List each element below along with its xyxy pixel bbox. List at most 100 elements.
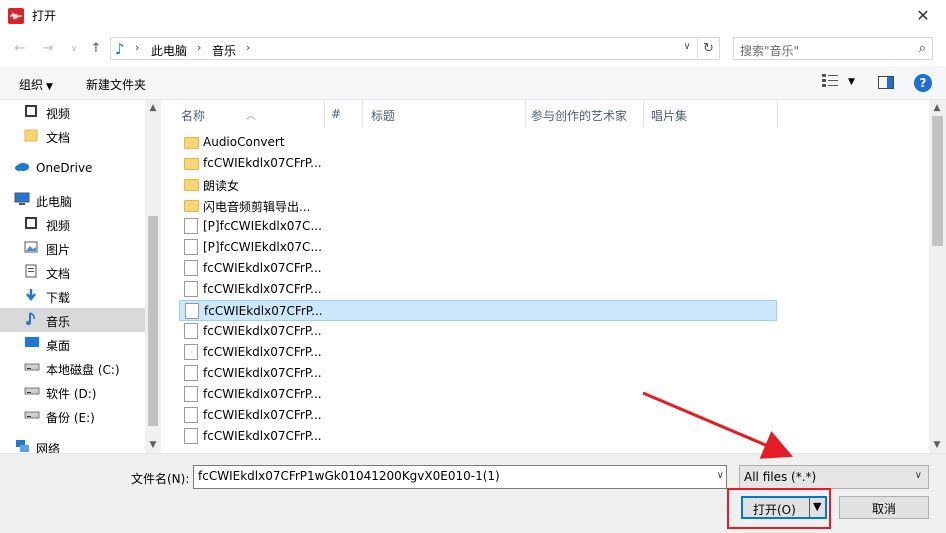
close-button[interactable]: ✕ bbox=[908, 4, 938, 28]
search-icon: ⌕ bbox=[918, 41, 926, 56]
column-header-album[interactable]: 唱片集 bbox=[643, 100, 777, 128]
column-header-name[interactable]: 名称 ︿ bbox=[161, 100, 324, 128]
nav-item-label: 本地磁盘 (C:) bbox=[46, 363, 120, 377]
scroll-up-icon[interactable]: ▲ bbox=[929, 100, 945, 116]
folder-icon bbox=[184, 158, 199, 170]
file-type-filter[interactable]: All files (*.*) ∨ bbox=[739, 465, 929, 489]
file-list-item[interactable]: fcCWIEkdlx07CFrP... bbox=[179, 363, 777, 384]
column-header-label: 标题 bbox=[371, 109, 396, 123]
file-list-item[interactable]: fcCWIEkdlx07CFrP... bbox=[179, 300, 777, 321]
nav-item-label: 桌面 bbox=[46, 339, 71, 353]
up-button[interactable]: ↑ bbox=[86, 40, 106, 58]
preview-pane-icon[interactable] bbox=[878, 76, 894, 92]
file-list-item[interactable]: [P]fcCWIEkdlx07C... bbox=[179, 216, 777, 237]
column-header-artist[interactable]: 参与创作的艺术家 bbox=[525, 100, 643, 128]
nav-item[interactable]: 下载 bbox=[0, 284, 145, 308]
view-options-icon[interactable] bbox=[822, 73, 838, 90]
file-icon bbox=[184, 323, 198, 339]
breadcrumb-music[interactable]: 音乐 bbox=[212, 42, 236, 59]
view-dropdown-icon[interactable]: ▼ bbox=[848, 77, 855, 87]
filename-input[interactable] bbox=[198, 469, 698, 483]
file-list-item[interactable]: fcCWIEkdlx07CFrP... bbox=[179, 405, 777, 426]
file-list-item[interactable]: fcCWIEkdlx07CFrP... bbox=[179, 153, 777, 174]
file-list-item[interactable]: 朗读女 bbox=[179, 174, 777, 195]
file-list-scrollbar[interactable]: ▲ ▼ bbox=[929, 100, 946, 453]
search-placeholder: 搜索"音乐" bbox=[740, 44, 800, 58]
video-icon bbox=[24, 104, 40, 120]
file-name: fcCWIEkdlx07CFrP... bbox=[203, 366, 322, 380]
document-icon bbox=[24, 264, 40, 280]
nav-item[interactable]: 视频 bbox=[0, 100, 145, 124]
scrollbar-thumb[interactable] bbox=[148, 216, 158, 426]
nav-item[interactable]: 此电脑 bbox=[0, 188, 145, 212]
nav-item[interactable]: 桌面 bbox=[0, 332, 145, 356]
file-list-item[interactable]: fcCWIEkdlx07CFrP... bbox=[179, 321, 777, 342]
column-divider[interactable] bbox=[777, 100, 778, 128]
file-name: fcCWIEkdlx07CFrP... bbox=[203, 261, 322, 275]
nav-item[interactable]: 视频 bbox=[0, 212, 145, 236]
window-title: 打开 bbox=[32, 9, 57, 23]
chevron-down-icon[interactable]: ∨ bbox=[679, 41, 695, 52]
nav-item[interactable]: 文档 bbox=[0, 260, 145, 284]
refresh-button[interactable]: ↻ bbox=[697, 38, 719, 59]
filename-field[interactable]: ∨ bbox=[193, 465, 727, 489]
chevron-down-icon: ∨ bbox=[914, 470, 922, 481]
nav-item[interactable]: 音乐 bbox=[0, 308, 145, 332]
nav-item[interactable]: 文档 bbox=[0, 124, 145, 148]
column-header-number[interactable]: # bbox=[324, 100, 362, 128]
nav-item[interactable]: 图片 bbox=[0, 236, 145, 260]
file-name: [P]fcCWIEkdlx07C... bbox=[203, 219, 322, 233]
nav-item-label: 此电脑 bbox=[36, 195, 73, 209]
cancel-button[interactable]: 取消 bbox=[839, 496, 929, 519]
organize-label: 组织 bbox=[19, 78, 44, 92]
breadcrumb-separator-icon[interactable]: › bbox=[197, 41, 201, 54]
nav-item[interactable]: 软件 (D:) bbox=[0, 380, 145, 404]
back-button[interactable]: ← bbox=[10, 40, 30, 58]
navigation-pane: 视频 文档 OneDrive 此电脑 视频 图片 文档 下载 音乐 桌面 本地磁盘 (C:) 软件 (… bbox=[0, 100, 145, 453]
nav-item[interactable]: 本地磁盘 (C:) bbox=[0, 356, 145, 380]
navigation-bar: ← → ∨ ↑ ♪ › 此电脑 › 音乐 › ∨ ↻ 搜索"音乐" ⌕ bbox=[0, 32, 946, 66]
file-list-item[interactable]: [P]fcCWIEkdlx07C... bbox=[179, 237, 777, 258]
file-list-item[interactable]: fcCWIEkdlx07CFrP... bbox=[179, 342, 777, 363]
column-header-label: 参与创作的艺术家 bbox=[531, 109, 628, 123]
help-icon[interactable]: ? bbox=[914, 74, 932, 92]
file-name: fcCWIEkdlx07CFrP... bbox=[203, 324, 322, 338]
search-input[interactable]: 搜索"音乐" ⌕ bbox=[733, 37, 933, 60]
file-list-item[interactable]: fcCWIEkdlx07CFrP... bbox=[179, 258, 777, 279]
nav-item[interactable]: 备份 (E:) bbox=[0, 404, 145, 428]
file-list-item[interactable]: 闪电音频剪辑导出... bbox=[179, 195, 777, 216]
scroll-up-icon[interactable]: ▲ bbox=[145, 100, 161, 116]
nav-item[interactable]: 网络 bbox=[0, 435, 145, 453]
chevron-down-icon[interactable]: ∨ bbox=[717, 470, 724, 481]
breadcrumb-this-pc[interactable]: 此电脑 bbox=[151, 42, 187, 59]
breadcrumb-separator-icon[interactable]: › bbox=[135, 41, 139, 54]
column-header-title[interactable]: 标题 bbox=[362, 100, 525, 128]
column-header-label: 名称 bbox=[181, 109, 206, 123]
file-list-item[interactable]: fcCWIEkdlx07CFrP... bbox=[179, 279, 777, 300]
nav-item[interactable]: OneDrive bbox=[0, 156, 145, 180]
nav-pane-scrollbar[interactable]: ▲ ▼ bbox=[145, 100, 161, 453]
cancel-button-label: 取消 bbox=[871, 502, 896, 516]
scroll-down-icon[interactable]: ▼ bbox=[145, 437, 161, 453]
file-name: [P]fcCWIEkdlx07C... bbox=[203, 240, 322, 254]
forward-button[interactable]: → bbox=[38, 40, 58, 58]
nav-item-label: 备份 (E:) bbox=[46, 411, 95, 425]
organize-menu[interactable]: 组织 ▼ bbox=[19, 76, 53, 93]
file-list-item[interactable]: fcCWIEkdlx07CFrP... bbox=[179, 384, 777, 405]
arrow-right-icon: → bbox=[42, 41, 54, 56]
filename-label: 文件名(N): bbox=[131, 472, 190, 486]
scrollbar-thumb[interactable] bbox=[932, 116, 943, 246]
file-icon bbox=[184, 239, 198, 255]
file-list-pane: 名称 ︿ # 标题 参与创作的艺术家 唱片集 AudioConvert fcCWI… bbox=[161, 100, 929, 453]
file-list-item[interactable]: AudioConvert bbox=[179, 132, 777, 153]
recent-locations-button[interactable]: ∨ bbox=[64, 40, 84, 58]
computer-icon bbox=[14, 192, 30, 208]
scroll-down-icon[interactable]: ▼ bbox=[929, 437, 945, 453]
new-folder-button[interactable]: 新建文件夹 bbox=[86, 76, 146, 93]
folder-icon bbox=[184, 179, 199, 191]
drive-icon bbox=[24, 360, 40, 376]
address-bar[interactable]: ♪ › 此电脑 › 音乐 › ∨ ↻ bbox=[110, 37, 720, 60]
breadcrumb-separator-icon[interactable]: › bbox=[246, 41, 250, 54]
file-list-item[interactable]: fcCWIEkdlx07CFrP... bbox=[179, 426, 777, 447]
file-icon bbox=[184, 365, 198, 381]
